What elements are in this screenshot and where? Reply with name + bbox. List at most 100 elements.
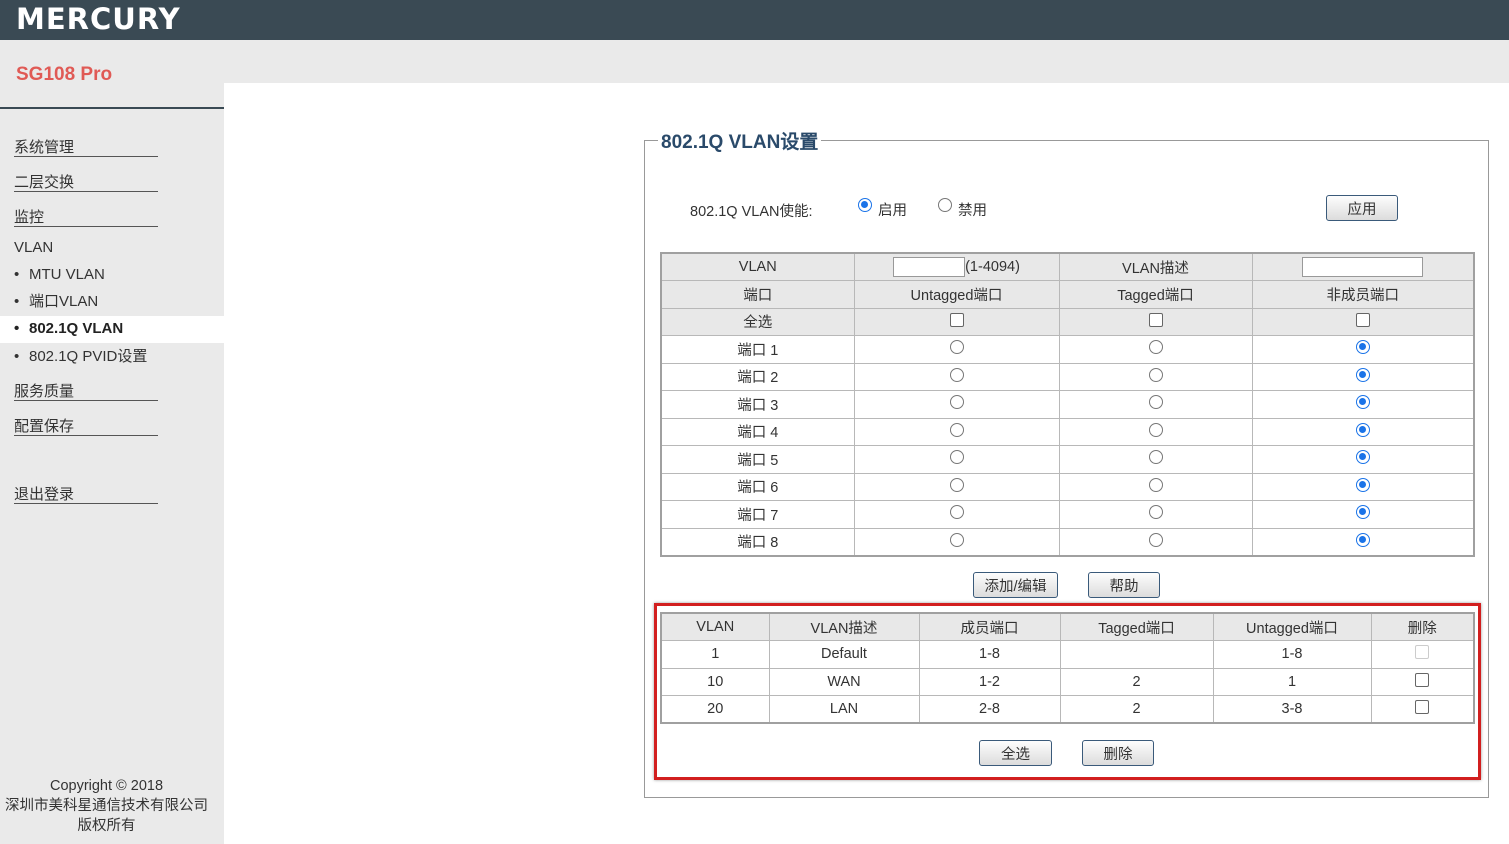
- port-option-cell: [853, 390, 1060, 419]
- col-port: 端口: [660, 280, 855, 309]
- select-all-tagged-checkbox[interactable]: [1148, 312, 1163, 327]
- port-tagged-radio[interactable]: [1148, 477, 1163, 492]
- port-nonmember-radio[interactable]: [1355, 422, 1370, 437]
- port-label: 端口 3: [660, 390, 855, 419]
- port-option-cell: [853, 362, 1060, 391]
- port-label: 端口 2: [660, 362, 855, 391]
- vlan-desc-label: VLAN描述: [1058, 252, 1253, 281]
- select-all-nonmember-checkbox[interactable]: [1355, 312, 1370, 327]
- copyright-line: 版权所有: [77, 818, 136, 834]
- port-tagged-radio[interactable]: [1148, 532, 1163, 547]
- disable-option: 禁用: [958, 203, 987, 219]
- port-option-cell: [1251, 335, 1475, 364]
- list-cell-vlan: 10: [660, 667, 770, 696]
- list-cell-desc: WAN: [768, 667, 920, 696]
- vlan-config-table: VLAN (1-4094) VLAN描述 端口 Untagged端口 Tagge…: [660, 252, 1475, 557]
- port-untagged-radio[interactable]: [949, 395, 964, 410]
- col-tagged: Tagged端口: [1058, 280, 1253, 309]
- vlan-id-input[interactable]: [893, 257, 966, 277]
- port-row: 端口 8: [660, 527, 1475, 556]
- port-option-cell: [1058, 335, 1253, 364]
- nav-vlan[interactable]: VLAN: [14, 239, 158, 260]
- port-row: 端口 3: [660, 390, 1475, 419]
- port-untagged-radio[interactable]: [949, 532, 964, 547]
- port-option-cell: [853, 500, 1060, 529]
- enable-option: 启用: [878, 203, 907, 219]
- nav-8021q-vlan[interactable]: • 802.1Q VLAN: [0, 316, 224, 343]
- bullet-icon: •: [14, 266, 20, 283]
- vlan-desc-cell: [1251, 252, 1475, 281]
- vlan-range: (1-4094): [965, 258, 1020, 275]
- copyright-line: 深圳市美科星通信技术有限公司: [5, 798, 208, 814]
- port-tagged-radio[interactable]: [1148, 395, 1163, 410]
- header-strip: [224, 40, 1509, 83]
- list-cell-desc: LAN: [768, 695, 920, 724]
- port-option-cell: [1251, 500, 1475, 529]
- nav-monitor[interactable]: 监控: [14, 206, 158, 227]
- help-button[interactable]: 帮助: [1088, 572, 1160, 598]
- list-cell-member: 1-8: [918, 640, 1061, 669]
- enable-radio[interactable]: [858, 198, 872, 212]
- list-header: Tagged端口: [1059, 612, 1214, 641]
- port-nonmember-radio[interactable]: [1355, 395, 1370, 410]
- list-cell-desc: Default: [768, 640, 920, 669]
- add-edit-button[interactable]: 添加/编辑: [973, 572, 1058, 598]
- list-cell-untagged: 1: [1212, 667, 1372, 696]
- port-label: 端口 1: [660, 335, 855, 364]
- table-row: 20 LAN 2-8 2 3-8: [660, 695, 1475, 724]
- port-label: 端口 6: [660, 472, 855, 501]
- list-cell-tagged: 2: [1059, 667, 1214, 696]
- nav-pvid[interactable]: • 802.1Q PVID设置: [0, 344, 224, 370]
- port-nonmember-radio[interactable]: [1355, 367, 1370, 382]
- port-tagged-radio[interactable]: [1148, 505, 1163, 520]
- select-all-cell: [1251, 307, 1475, 336]
- bullet-icon: •: [14, 320, 20, 337]
- disable-radio[interactable]: [938, 198, 952, 212]
- nav-system[interactable]: 系统管理: [14, 136, 158, 157]
- nav-port-vlan[interactable]: • 端口VLAN: [0, 289, 224, 315]
- port-option-cell: [1058, 445, 1253, 474]
- port-option-cell: [1058, 417, 1253, 446]
- nav-label: 802.1Q VLAN: [29, 320, 124, 337]
- select-all-untagged-checkbox[interactable]: [949, 312, 964, 327]
- port-tagged-radio[interactable]: [1148, 422, 1163, 437]
- port-untagged-radio[interactable]: [949, 367, 964, 382]
- port-option-cell: [1058, 527, 1253, 556]
- apply-button[interactable]: 应用: [1326, 195, 1398, 221]
- nav-logout[interactable]: 退出登录: [14, 483, 158, 504]
- port-untagged-radio[interactable]: [949, 340, 964, 355]
- port-tagged-radio[interactable]: [1148, 340, 1163, 355]
- port-tagged-radio[interactable]: [1148, 450, 1163, 465]
- nav-mtu-vlan[interactable]: • MTU VLAN: [0, 262, 224, 288]
- port-untagged-radio[interactable]: [949, 505, 964, 520]
- table-row: 1 Default 1-8 1-8: [660, 640, 1475, 669]
- port-untagged-radio[interactable]: [949, 477, 964, 492]
- port-option-cell: [853, 527, 1060, 556]
- port-nonmember-radio[interactable]: [1355, 340, 1370, 355]
- list-cell-untagged: 3-8: [1212, 695, 1372, 724]
- list-header: 成员端口: [918, 612, 1061, 641]
- port-tagged-radio[interactable]: [1148, 367, 1163, 382]
- port-nonmember-radio[interactable]: [1355, 505, 1370, 520]
- port-label: 端口 4: [660, 417, 855, 446]
- select-all-button[interactable]: 全选: [979, 740, 1052, 766]
- table-row: 10 WAN 1-2 2 1: [660, 667, 1475, 696]
- port-nonmember-radio[interactable]: [1355, 450, 1370, 465]
- nav-qos[interactable]: 服务质量: [14, 380, 158, 401]
- delete-checkbox[interactable]: [1415, 672, 1430, 687]
- port-untagged-radio[interactable]: [949, 422, 964, 437]
- vlan-desc-input[interactable]: [1302, 257, 1424, 277]
- port-nonmember-radio[interactable]: [1355, 532, 1370, 547]
- nav-save[interactable]: 配置保存: [14, 415, 158, 436]
- nav-layer2[interactable]: 二层交换: [14, 171, 158, 192]
- port-option-cell: [853, 417, 1060, 446]
- port-option-cell: [1058, 472, 1253, 501]
- delete-button[interactable]: 删除: [1082, 740, 1154, 766]
- delete-checkbox[interactable]: [1415, 700, 1430, 715]
- port-rows: 端口 1 端口 2 端口 3 端口 4 端口 5 端口 6 端口 7 端口 8: [660, 335, 1475, 556]
- list-header: Untagged端口: [1212, 612, 1372, 641]
- port-untagged-radio[interactable]: [949, 450, 964, 465]
- port-option-cell: [1251, 527, 1475, 556]
- port-nonmember-radio[interactable]: [1355, 477, 1370, 492]
- copyright-line: Copyright © 2018: [49, 778, 164, 794]
